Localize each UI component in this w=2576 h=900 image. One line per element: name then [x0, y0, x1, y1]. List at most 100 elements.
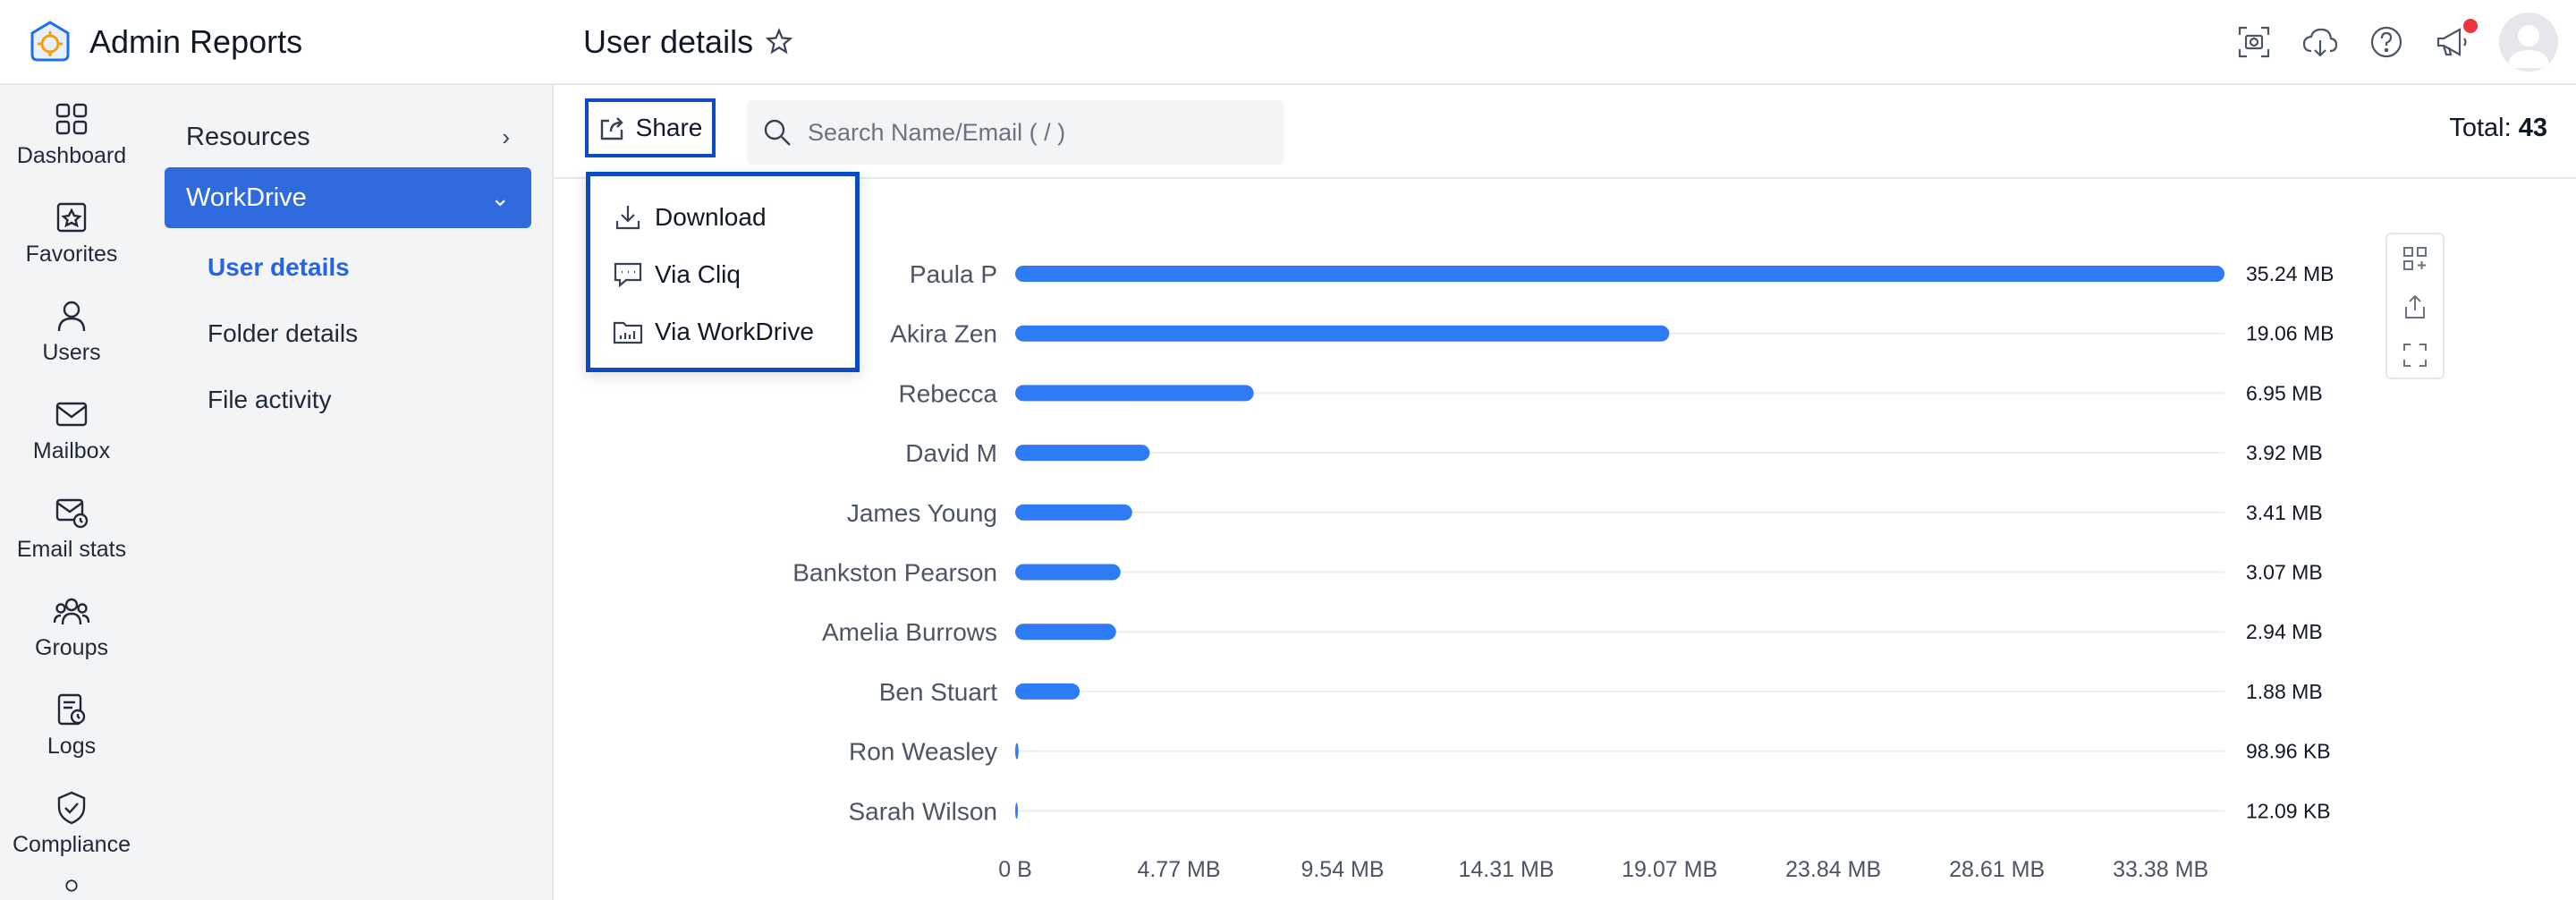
rail-item-email-stats[interactable]: Email stats	[0, 479, 143, 577]
rail-item-dashboard[interactable]: Dashboard	[0, 85, 143, 183]
category-label: James Young	[847, 499, 997, 527]
announcements-button[interactable]	[2433, 19, 2478, 62]
rail-item-favorites[interactable]: Favorites	[0, 183, 143, 282]
category-label: Rebecca	[898, 379, 997, 407]
category-label: Sarah Wilson	[848, 797, 997, 825]
rail-item-logs[interactable]: Logs	[0, 675, 143, 774]
rail-label: Groups	[35, 634, 108, 660]
rail-item-groups[interactable]: Groups	[0, 577, 143, 675]
nav-folder-details[interactable]: Folder details	[208, 319, 358, 348]
category-label: Amelia Burrows	[822, 618, 997, 646]
category-label: Ben Stuart	[879, 678, 998, 706]
users-icon	[57, 301, 86, 331]
share-button[interactable]: Share	[585, 98, 716, 157]
bar[interactable]	[1015, 564, 1121, 581]
share-menu: Download Via Cliq Via WorkDrive	[586, 172, 860, 372]
data-label: 1.88 MB	[2246, 680, 2323, 703]
share-label: Share	[635, 114, 703, 141]
bar[interactable]	[1015, 802, 1018, 819]
chat-icon	[614, 262, 642, 288]
rail-item-more[interactable]	[0, 872, 143, 900]
total-count: Total: 43	[2449, 114, 2547, 143]
mailbox-icon	[55, 402, 88, 426]
page-header: User details	[554, 0, 2576, 85]
bar[interactable]	[1015, 266, 2224, 282]
rail-label: Dashboard	[16, 142, 127, 168]
x-tick-label: 33.38 MB	[2113, 857, 2208, 882]
search-input[interactable]	[808, 118, 1255, 147]
add-widget-button[interactable]	[2387, 234, 2443, 283]
rail-label: Compliance	[12, 831, 131, 857]
rail-label: Mailbox	[32, 437, 111, 463]
x-tick-label: 9.54 MB	[1301, 857, 1384, 882]
x-tick-label: 0 B	[998, 857, 1032, 882]
groups-icon	[53, 598, 90, 624]
download-icon	[615, 206, 640, 230]
category-label: Ron Weasley	[849, 738, 997, 766]
compliance-icon	[57, 791, 86, 824]
help-icon	[2370, 26, 2402, 58]
nav-user-details[interactable]: User details	[208, 253, 350, 282]
user-avatar-icon	[2508, 25, 2549, 68]
icon-rail: Dashboard Favorites Users Mailbox Email …	[0, 85, 143, 900]
help-button[interactable]	[2367, 22, 2406, 62]
menu-item-label: Via Cliq	[655, 260, 741, 288]
chevron-down-icon: ⌄	[490, 183, 510, 211]
category-label: David M	[905, 439, 997, 467]
nav-resources-label: Resources	[186, 122, 310, 151]
toolbar: Share Total: 43	[554, 85, 2576, 179]
rail-label: Email stats	[16, 536, 127, 562]
rail-item-compliance[interactable]: Compliance	[0, 774, 143, 872]
data-label: 3.07 MB	[2246, 561, 2323, 584]
bar[interactable]	[1015, 385, 1254, 402]
data-label: 6.95 MB	[2246, 381, 2323, 404]
export-chart-button[interactable]	[2387, 283, 2443, 331]
bar[interactable]	[1015, 504, 1132, 521]
nav-resources[interactable]: Resources ›	[165, 106, 531, 167]
menu-item-via-cliq[interactable]: Via Cliq	[590, 246, 855, 303]
sub-navigation: Resources › WorkDrive ⌄ User details Fol…	[143, 85, 554, 900]
menu-item-via-workdrive[interactable]: Via WorkDrive	[590, 303, 855, 361]
total-label: Total:	[2449, 114, 2512, 142]
bar[interactable]	[1015, 445, 1150, 462]
add-widget-icon	[2403, 247, 2427, 270]
data-label: 3.92 MB	[2246, 441, 2323, 464]
x-tick-label: 19.07 MB	[1622, 857, 1717, 882]
dashboard-icon	[55, 103, 88, 134]
data-label: 35.24 MB	[2246, 262, 2334, 285]
page-title: User details	[583, 22, 754, 60]
data-label: 3.41 MB	[2246, 501, 2323, 524]
screenshot-button[interactable]	[2234, 22, 2274, 62]
bar[interactable]	[1015, 624, 1116, 641]
category-label: Akira Zen	[890, 320, 997, 348]
chevron-right-icon: ›	[502, 123, 510, 150]
bar[interactable]	[1015, 743, 1019, 760]
favorite-star-icon[interactable]	[764, 27, 794, 57]
share-icon	[600, 117, 623, 140]
x-tick-label: 4.77 MB	[1137, 857, 1220, 882]
rail-item-users[interactable]: Users	[0, 282, 143, 380]
cloud-download-button[interactable]	[2301, 22, 2340, 62]
category-label: Bankston Pearson	[792, 559, 997, 587]
menu-item-label: Download	[655, 203, 767, 231]
rail-label: Logs	[47, 733, 97, 759]
avatar[interactable]	[2499, 13, 2558, 72]
fullscreen-icon	[2403, 344, 2427, 367]
admin-reports-logo-icon	[30, 20, 70, 61]
menu-item-label: Via WorkDrive	[655, 318, 814, 345]
bar[interactable]	[1015, 683, 1080, 700]
favorites-icon	[56, 202, 87, 232]
data-label: 19.06 MB	[2246, 322, 2334, 345]
app-title: Admin Reports	[89, 22, 303, 60]
nav-file-activity[interactable]: File activity	[208, 386, 331, 414]
fullscreen-button[interactable]	[2387, 331, 2443, 379]
header-actions	[2207, 13, 2558, 72]
search-box	[747, 100, 1284, 165]
menu-item-download[interactable]: Download	[590, 189, 855, 246]
app-brand: Admin Reports	[0, 0, 554, 85]
bar[interactable]	[1015, 325, 1670, 342]
x-tick-label: 14.31 MB	[1459, 857, 1555, 882]
category-label: Paula P	[910, 260, 997, 288]
nav-workdrive[interactable]: WorkDrive ⌄	[165, 167, 531, 228]
rail-item-mailbox[interactable]: Mailbox	[0, 380, 143, 479]
